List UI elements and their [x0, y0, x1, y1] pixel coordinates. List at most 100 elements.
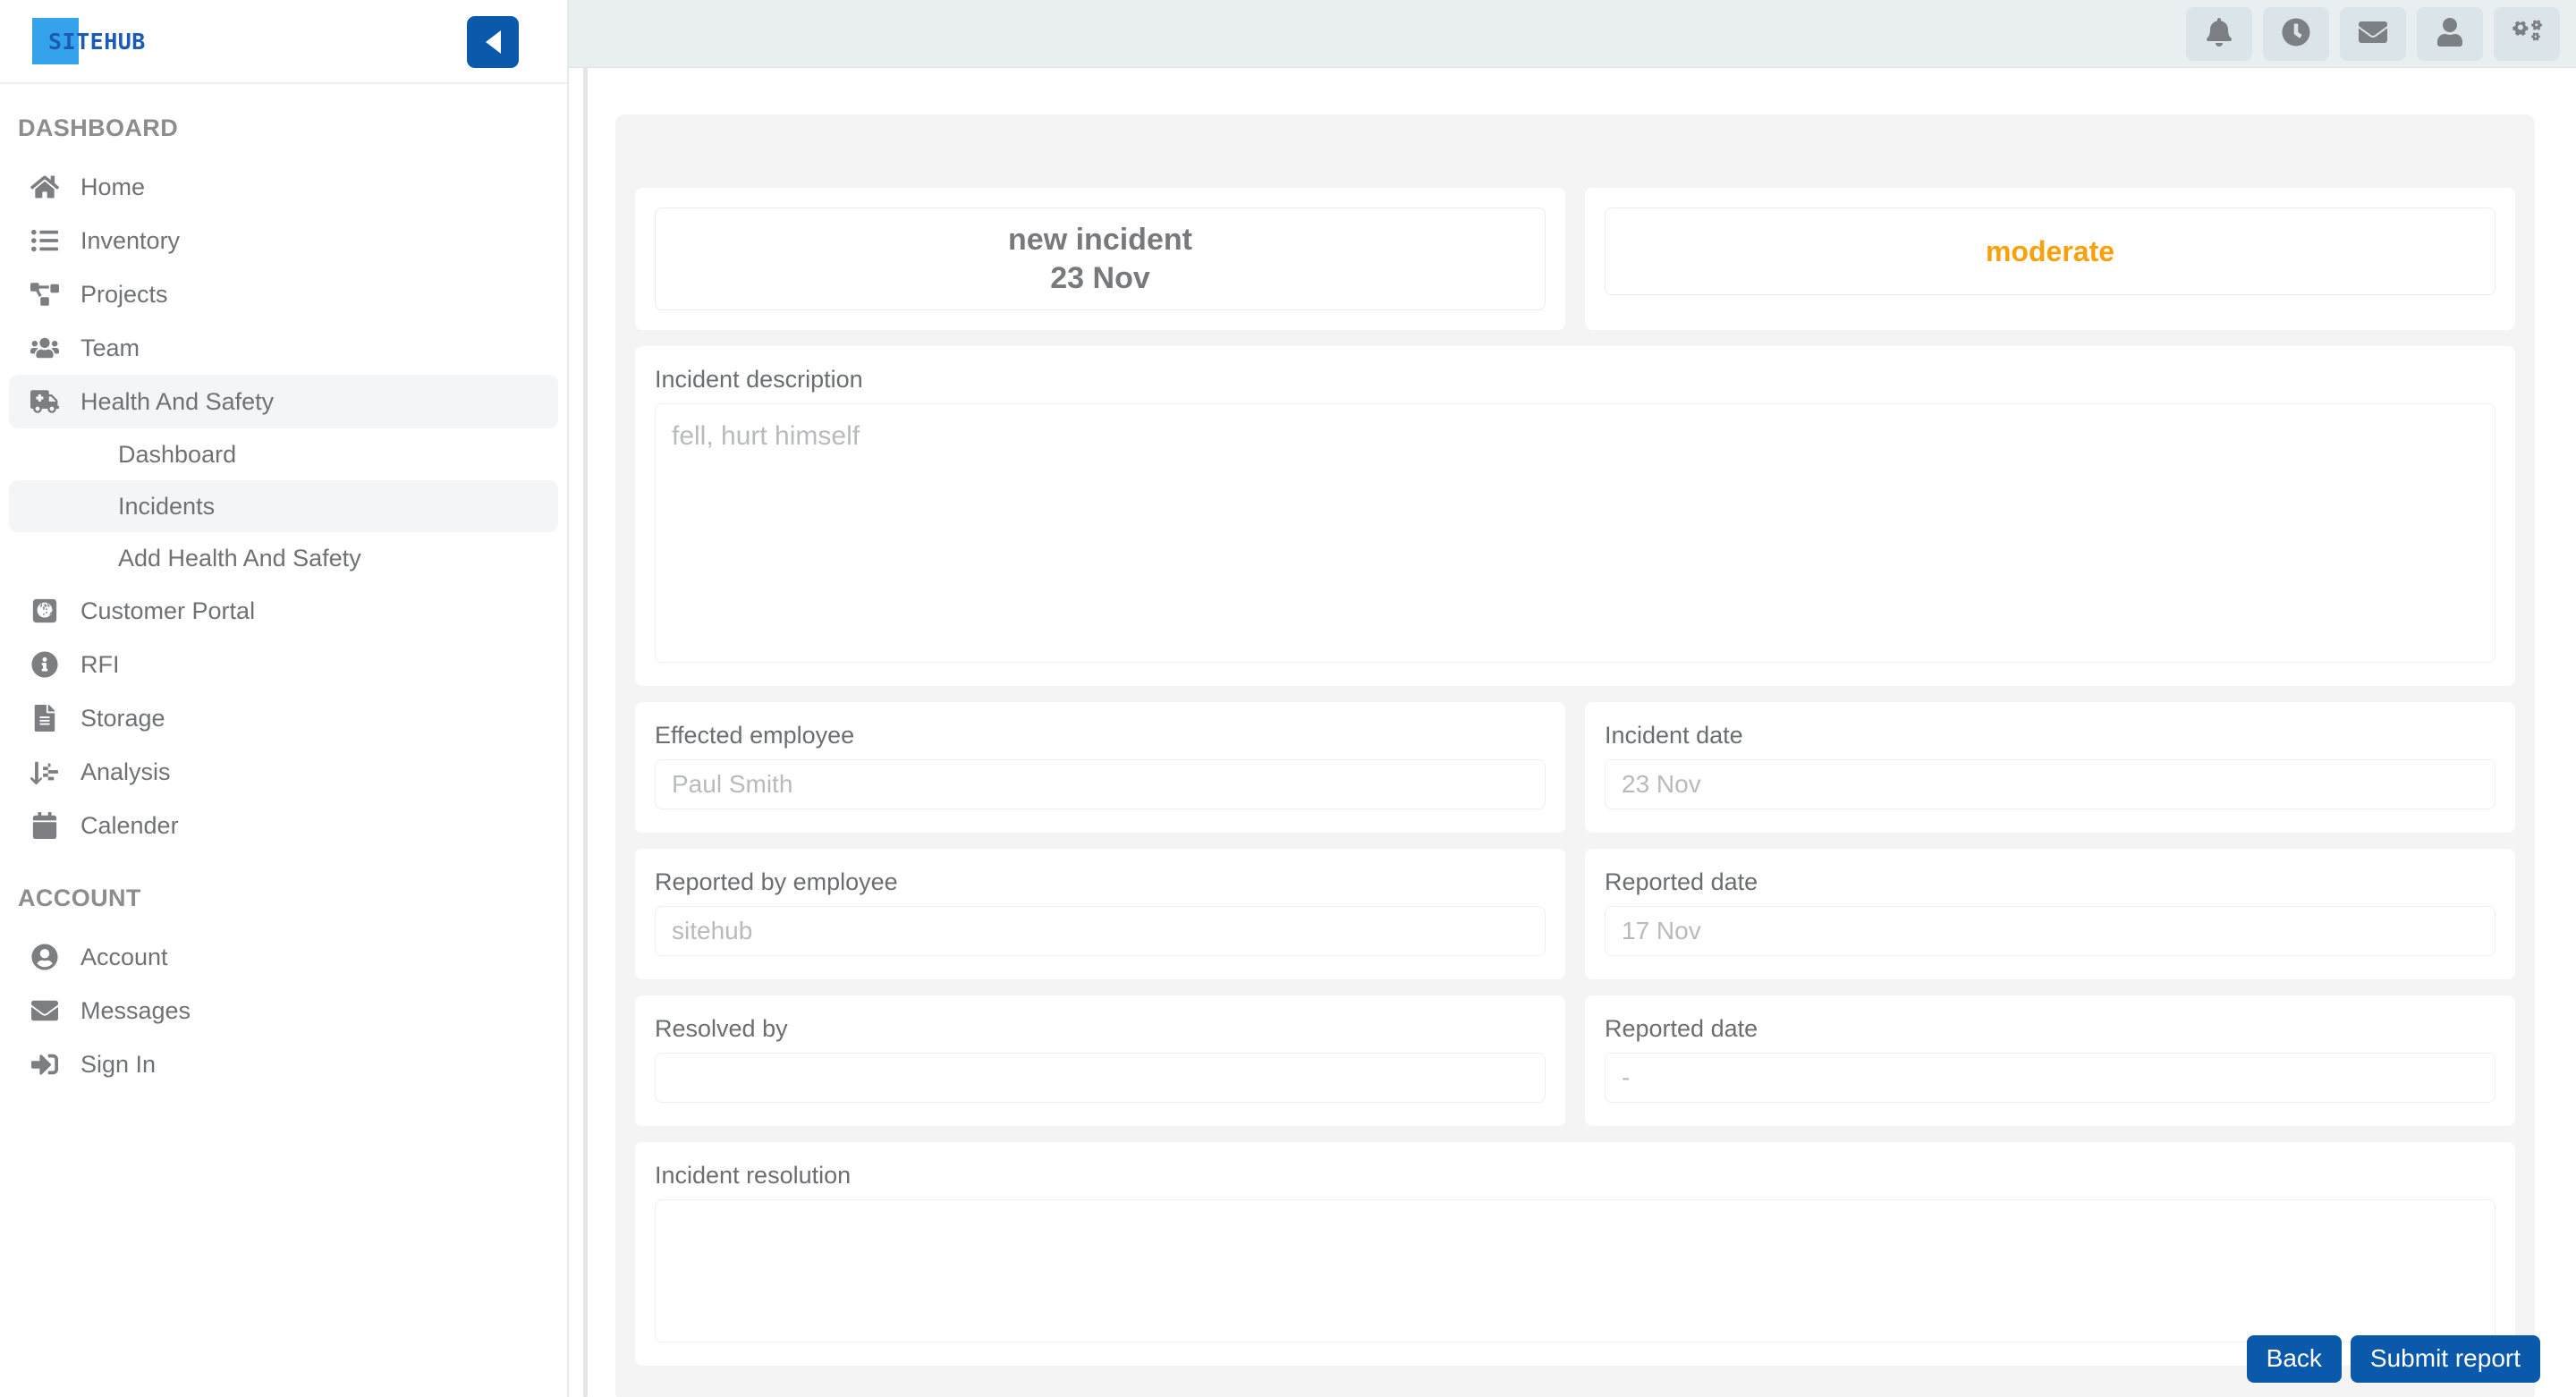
- chevron-left-icon: [485, 30, 501, 54]
- resolved-by-card: Resolved by: [635, 995, 1565, 1126]
- scrollbar-thumb[interactable]: [583, 68, 588, 1397]
- brand-logo[interactable]: SITEHUB: [0, 18, 146, 64]
- messages-button[interactable]: [2340, 6, 2406, 61]
- sidebar-item-label: Projects: [80, 280, 168, 308]
- settings-button[interactable]: [2494, 6, 2560, 61]
- file-alt-icon: [29, 703, 61, 733]
- sidebar-item-inventory[interactable]: Inventory: [9, 214, 558, 267]
- clock-icon: [2281, 18, 2311, 49]
- sidebar-item-label: Storage: [80, 704, 165, 732]
- recent-activity-button[interactable]: [2263, 6, 2329, 61]
- sidebar-item-analysis[interactable]: Analysis: [9, 745, 558, 799]
- sidebar-item-account[interactable]: Account: [9, 930, 558, 984]
- incident-description-label: Incident description: [655, 366, 863, 393]
- incident-resolution-label: Incident resolution: [655, 1162, 852, 1189]
- incident-date-value: 23 Nov: [1622, 770, 1701, 798]
- sidebar-section-title-dashboard: DASHBOARD: [18, 114, 179, 141]
- resolved-reported-date-card: Reported date -: [1585, 995, 2515, 1126]
- sidebar: SITEHUB DASHBOARD Home Inventory Project…: [0, 0, 569, 1397]
- sort-amount-down-icon: [29, 757, 61, 787]
- effected-employee-input[interactable]: Paul Smith: [655, 759, 1546, 809]
- incident-panel: new incident 23 Nov moderate Incident de…: [615, 114, 2535, 1397]
- incident-summary-inner: new incident 23 Nov: [655, 207, 1546, 310]
- sidebar-subitem-incidents[interactable]: Incidents: [9, 480, 558, 532]
- sidebar-item-calender[interactable]: Calender: [9, 799, 558, 852]
- notifications-button[interactable]: [2186, 6, 2252, 61]
- sign-in-icon: [29, 1049, 61, 1080]
- vertical-scrollbar[interactable]: [583, 68, 588, 1397]
- sidebar-subitem-dashboard[interactable]: Dashboard: [9, 428, 558, 480]
- top-bar: [569, 0, 2576, 68]
- sidebar-item-storage[interactable]: Storage: [9, 691, 558, 745]
- sidebar-item-label: Analysis: [80, 758, 171, 785]
- panel-spacer: [635, 136, 2515, 188]
- incident-date-input[interactable]: 23 Nov: [1605, 759, 2496, 809]
- reported-date-label: Reported date: [1605, 868, 1758, 895]
- sidebar-subitem-label: Add Health And Safety: [118, 544, 361, 572]
- resolved-reported-date-value: -: [1622, 1063, 1631, 1091]
- sidebar-item-label: Messages: [80, 996, 191, 1024]
- sidebar-item-label: Team: [80, 334, 140, 361]
- sidebar-item-messages[interactable]: Messages: [9, 984, 558, 1037]
- profile-button[interactable]: [2417, 6, 2483, 61]
- sidebar-subitem-label: Incidents: [118, 492, 216, 520]
- incident-title: new incident: [1008, 223, 1192, 257]
- sidebar-subitem-label: Dashboard: [118, 440, 237, 468]
- sidebar-section-title-account: ACCOUNT: [18, 885, 141, 911]
- project-diagram-icon: [29, 279, 61, 309]
- reported-by-employee-value: sitehub: [672, 917, 753, 944]
- reported-by-employee-label: Reported by employee: [655, 868, 898, 895]
- incident-hero-row: new incident 23 Nov moderate: [635, 188, 2515, 330]
- incident-resolution-row: Incident resolution: [635, 1142, 2515, 1366]
- sidebar-item-health-and-safety[interactable]: Health And Safety: [9, 375, 558, 428]
- reported-row: Reported by employee sitehub Reported da…: [635, 849, 2515, 979]
- resolved-by-label: Resolved by: [655, 1015, 788, 1042]
- incident-resolution-input[interactable]: [655, 1199, 2496, 1342]
- sidebar-item-label: Calender: [80, 811, 179, 839]
- sidebar-item-customer-portal[interactable]: Customer Portal: [9, 584, 558, 638]
- reported-date-value: 17 Nov: [1622, 917, 1701, 944]
- resolved-reported-date-input[interactable]: -: [1605, 1053, 2496, 1103]
- sidebar-item-sign-in[interactable]: Sign In: [9, 1037, 558, 1091]
- incident-description-row: Incident description fell, hurt himself: [635, 346, 2515, 686]
- sidebar-item-label: Account: [80, 943, 168, 970]
- calendar-icon: [29, 810, 61, 841]
- effected-employee-value: Paul Smith: [672, 770, 793, 798]
- users-icon: [29, 333, 61, 363]
- status-badge: moderate: [1985, 234, 2115, 267]
- resolved-by-input[interactable]: [655, 1053, 1546, 1103]
- sidebar-item-projects[interactable]: Projects: [9, 267, 558, 321]
- envelope-icon: [29, 995, 61, 1026]
- incident-summary-card: new incident 23 Nov: [635, 188, 1565, 330]
- brand-name: SITEHUB: [48, 28, 146, 55]
- app-root: SITEHUB DASHBOARD Home Inventory Project…: [0, 0, 2576, 1397]
- resolved-row: Resolved by Reported date -: [635, 995, 2515, 1126]
- bell-icon: [2204, 18, 2234, 49]
- incident-description-input[interactable]: fell, hurt himself: [655, 403, 2496, 663]
- collapse-sidebar-button[interactable]: [467, 16, 519, 68]
- sidebar-nav: DASHBOARD Home Inventory Projects Team H…: [0, 84, 567, 1397]
- sidebar-subitem-add-health-and-safety[interactable]: Add Health And Safety: [9, 532, 558, 584]
- sidebar-item-label: Inventory: [80, 226, 181, 254]
- sidebar-header: SITEHUB: [0, 0, 567, 84]
- sidebar-item-home[interactable]: Home: [9, 160, 558, 214]
- incident-date-label: Incident date: [1605, 722, 1743, 749]
- passport-icon: [29, 596, 61, 626]
- incident-description-card: Incident description fell, hurt himself: [635, 346, 2515, 686]
- submit-report-button[interactable]: Submit report: [2350, 1335, 2540, 1383]
- reported-date-input[interactable]: 17 Nov: [1605, 906, 2496, 956]
- reported-by-employee-input[interactable]: sitehub: [655, 906, 1546, 956]
- main-area: new incident 23 Nov moderate Incident de…: [569, 0, 2576, 1397]
- sidebar-item-label: RFI: [80, 650, 120, 678]
- reported-date-card: Reported date 17 Nov: [1585, 849, 2515, 979]
- ambulance-icon: [29, 386, 61, 417]
- user-icon: [2435, 18, 2465, 49]
- sidebar-item-team[interactable]: Team: [9, 321, 558, 375]
- resolved-reported-date-label: Reported date: [1605, 1015, 1758, 1042]
- footer-actions: Back Submit report: [2246, 1335, 2540, 1383]
- sidebar-item-rfi[interactable]: RFI: [9, 638, 558, 691]
- employee-date-row: Effected employee Paul Smith Incident da…: [635, 702, 2515, 833]
- list-icon: [29, 225, 61, 256]
- back-button[interactable]: Back: [2246, 1335, 2342, 1383]
- sidebar-item-label: Customer Portal: [80, 597, 256, 624]
